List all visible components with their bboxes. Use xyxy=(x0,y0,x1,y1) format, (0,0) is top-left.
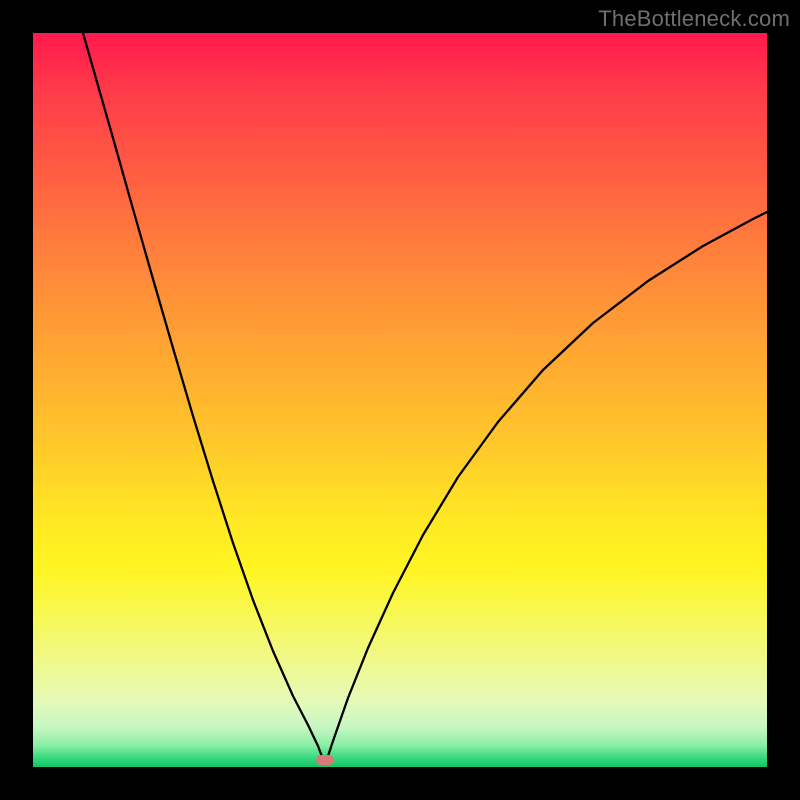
plot-area xyxy=(33,33,767,767)
vertex-marker xyxy=(316,755,334,765)
watermark-text: TheBottleneck.com xyxy=(598,6,790,32)
bottleneck-curve xyxy=(33,33,767,767)
curve-left-branch xyxy=(83,33,324,762)
curve-right-branch xyxy=(326,212,767,762)
chart-frame: TheBottleneck.com xyxy=(0,0,800,800)
